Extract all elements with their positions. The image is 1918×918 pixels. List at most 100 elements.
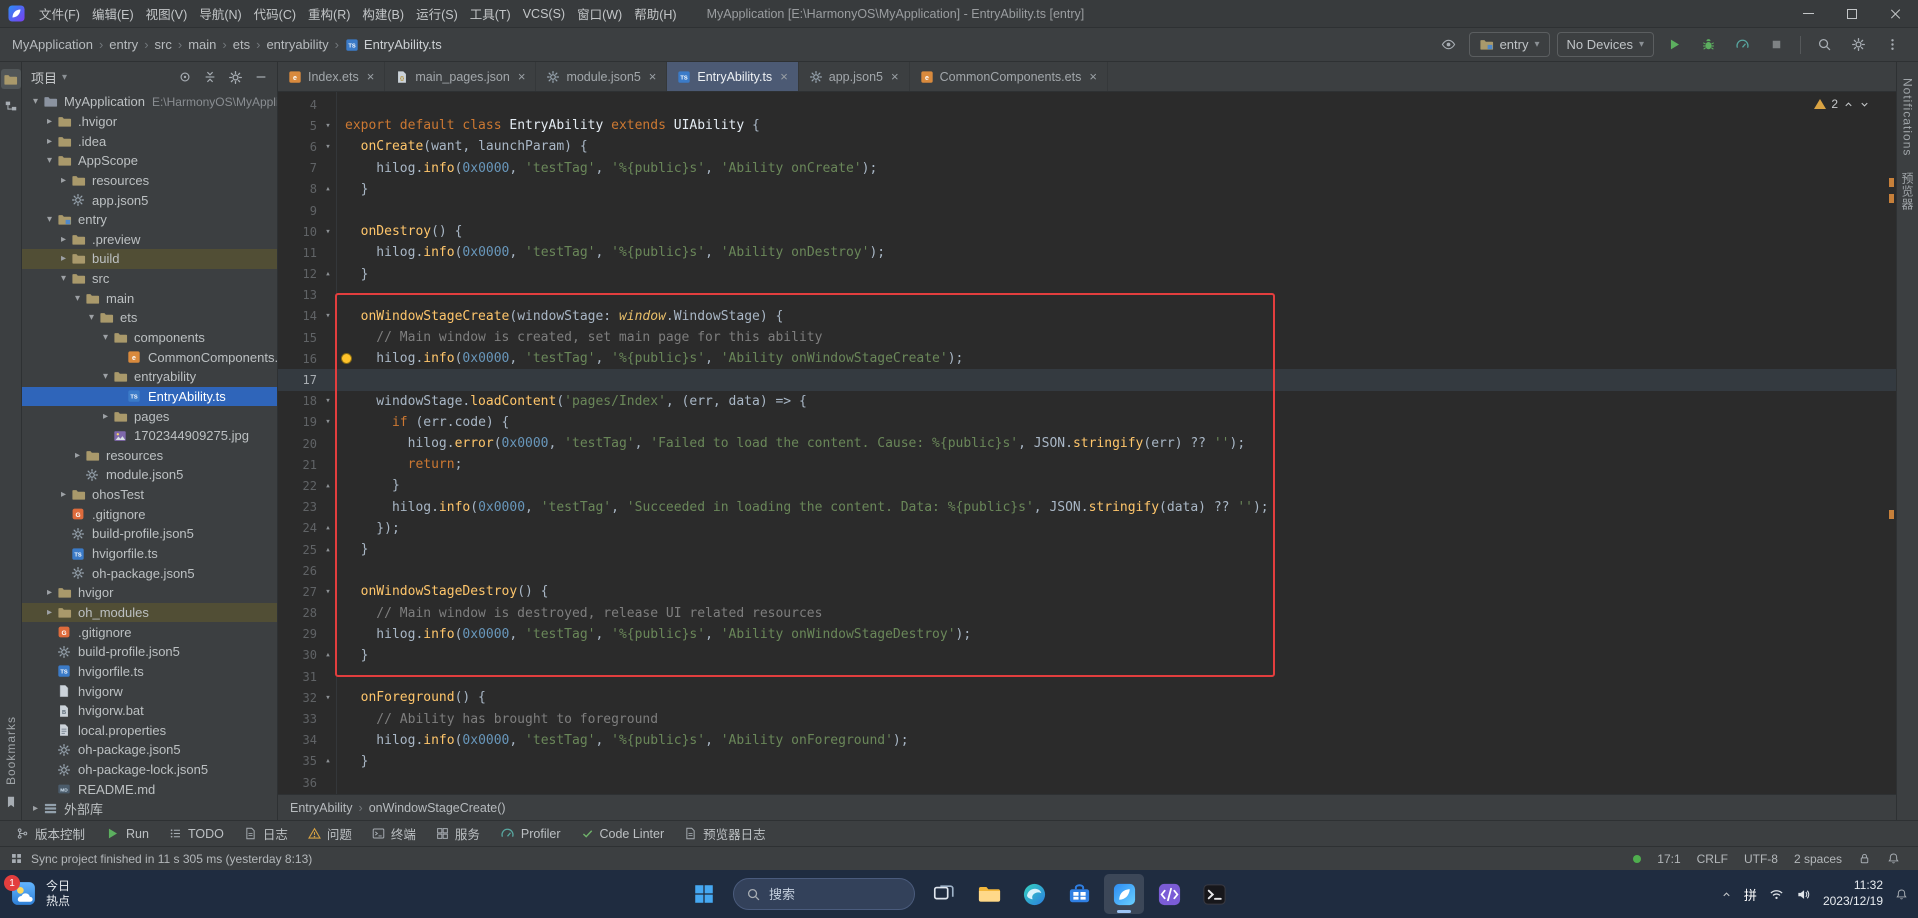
menu-item[interactable]: 工具(T) <box>464 0 517 27</box>
editor-tab[interactable]: app.json5 × <box>799 62 910 91</box>
tree-item[interactable]: ▸ 外部库 <box>22 799 277 819</box>
tree-item[interactable]: ▸ resources <box>22 171 277 191</box>
code-line[interactable]: 32 ▾ onForeground() { <box>278 687 1896 708</box>
code-line[interactable]: 11 hilog.info(0x0000, 'testTag', '%{publ… <box>278 242 1896 263</box>
gutter-line-number[interactable]: 19 <box>278 415 320 429</box>
gutter-line-number[interactable]: 26 <box>278 564 320 578</box>
editor-tab[interactable]: e CommonComponents.ets × <box>910 62 1108 91</box>
tree-item[interactable]: module.json5 <box>22 465 277 485</box>
gutter-line-number[interactable]: 33 <box>278 712 320 726</box>
code-line[interactable]: 23 hilog.info(0x0000, 'testTag', 'Succee… <box>278 497 1896 518</box>
tool-window-button[interactable]: 服务 <box>426 821 490 846</box>
code-line[interactable]: 16 hilog.info(0x0000, 'testTag', '%{publ… <box>278 348 1896 369</box>
code-line[interactable]: 30 ▴ } <box>278 645 1896 666</box>
more-actions-button[interactable] <box>1879 32 1906 57</box>
settings-button[interactable] <box>1845 32 1872 57</box>
gutter-line-number[interactable]: 29 <box>278 627 320 641</box>
chevron-down-icon[interactable]: ▾ <box>56 273 71 284</box>
menu-item[interactable]: 代码(C) <box>248 0 302 27</box>
tree-item[interactable]: ▸ .hvigor <box>22 112 277 132</box>
code-line[interactable]: 28 // Main window is destroyed, release … <box>278 603 1896 624</box>
menu-item[interactable]: 编辑(E) <box>86 0 140 27</box>
tree-item[interactable]: ▸ .preview <box>22 229 277 249</box>
code-line[interactable]: 31 <box>278 666 1896 687</box>
chevron-down-icon[interactable]: ▾ <box>42 214 57 225</box>
gutter-line-number[interactable]: 6 <box>278 140 320 154</box>
gutter-line-number[interactable]: 35 <box>278 754 320 768</box>
tool-window-button[interactable]: Code Linter <box>571 821 675 846</box>
notification-bell-icon[interactable] <box>1895 888 1908 901</box>
tree-item[interactable]: ▾ components <box>22 328 277 348</box>
next-warning-icon[interactable] <box>1859 99 1870 110</box>
tab-close-icon[interactable]: × <box>891 69 899 84</box>
tree-item[interactable]: e CommonComponents.ets <box>22 347 277 367</box>
tree-item[interactable]: ▾ src <box>22 269 277 289</box>
gutter-line-number[interactable]: 10 <box>278 225 320 239</box>
gutter-line-number[interactable]: 14 <box>278 309 320 323</box>
tree-item[interactable]: ▸ resources <box>22 446 277 466</box>
taskbar-app-file-explorer[interactable] <box>969 874 1009 914</box>
gutter-line-number[interactable]: 24 <box>278 521 320 535</box>
code-line[interactable]: 25 ▴ } <box>278 539 1896 560</box>
project-tool-button[interactable] <box>0 69 21 89</box>
menu-item[interactable]: VCS(S) <box>517 0 571 27</box>
readonly-lock-icon[interactable] <box>1858 852 1871 865</box>
fold-marker-icon[interactable]: ▾ <box>320 693 336 703</box>
code-line[interactable]: 26 <box>278 560 1896 581</box>
previewer-tool-button[interactable]: 预览器 <box>1899 172 1916 211</box>
code-line[interactable]: 29 hilog.info(0x0000, 'testTag', '%{publ… <box>278 624 1896 645</box>
taskbar-app-dev-tool[interactable] <box>1149 874 1189 914</box>
code-line[interactable]: 10 ▾ onDestroy() { <box>278 221 1896 242</box>
code-line[interactable]: 22 ▴ } <box>278 475 1896 496</box>
gutter-line-number[interactable]: 34 <box>278 733 320 747</box>
tree-item[interactable]: oh-package.json5 <box>22 740 277 760</box>
code-line[interactable]: 14 ▾ onWindowStageCreate(windowStage: win… <box>278 306 1896 327</box>
gutter-line-number[interactable]: 28 <box>278 606 320 620</box>
line-separator-selector[interactable]: CRLF <box>1697 852 1728 866</box>
taskbar-app-task-view[interactable] <box>924 874 964 914</box>
code-line[interactable]: 7 hilog.info(0x0000, 'testTag', '%{publi… <box>278 158 1896 179</box>
fold-marker-icon[interactable]: ▾ <box>320 142 336 152</box>
widgets-button[interactable]: 1 今日 热点 <box>4 875 70 909</box>
file-encoding-selector[interactable]: UTF-8 <box>1744 852 1778 866</box>
code-line[interactable]: 4 <box>278 94 1896 115</box>
bookmark-icon[interactable] <box>1 792 21 812</box>
code-line[interactable]: 17 <box>278 369 1896 391</box>
code-line[interactable]: 5 ▾ export default class EntryAbility exte… <box>278 115 1896 136</box>
code-line[interactable]: 36 <box>278 772 1896 793</box>
editor-breadcrumb-item[interactable]: EntryAbility <box>290 801 353 815</box>
tree-item[interactable]: ▾ main <box>22 288 277 308</box>
bookmarks-tool-button[interactable]: Bookmarks <box>4 716 18 785</box>
tree-item[interactable]: ▸ ohosTest <box>22 485 277 505</box>
gutter-line-number[interactable]: 22 <box>278 479 320 493</box>
minimize-button[interactable] <box>1786 0 1830 27</box>
profiler-button[interactable] <box>1729 32 1756 57</box>
menu-item[interactable]: 运行(S) <box>410 0 464 27</box>
gutter-line-number[interactable]: 18 <box>278 394 320 408</box>
menu-item[interactable]: 重构(R) <box>302 0 356 27</box>
run-button[interactable] <box>1661 32 1688 57</box>
tool-window-button[interactable]: 日志 <box>234 821 298 846</box>
editor-breadcrumb-item[interactable]: onWindowStageCreate() <box>369 801 506 815</box>
chevron-down-icon[interactable]: ▾ <box>84 312 99 323</box>
locate-file-button[interactable] <box>178 70 192 84</box>
fold-marker-icon[interactable]: ▴ <box>320 184 336 194</box>
gutter-line-number[interactable]: 5 <box>278 119 320 133</box>
tree-item[interactable]: ▾ ets <box>22 308 277 328</box>
chevron-right-icon[interactable]: ▸ <box>98 411 113 422</box>
code-line[interactable]: 34 hilog.info(0x0000, 'testTag', '%{publ… <box>278 730 1896 751</box>
fold-marker-icon[interactable]: ▾ <box>320 311 336 321</box>
tool-window-button[interactable]: Profiler <box>490 821 571 846</box>
breadcrumb-item[interactable]: TS EntryAbility.ts <box>345 37 442 52</box>
clock[interactable]: 11:32 2023/12/19 <box>1823 878 1883 909</box>
tool-window-button[interactable]: Run <box>95 821 159 846</box>
panel-options-button[interactable] <box>228 70 243 85</box>
tree-item[interactable]: build-profile.json5 <box>22 524 277 544</box>
tree-item[interactable]: MD README.md <box>22 779 277 799</box>
tree-item[interactable]: local.properties <box>22 721 277 741</box>
tab-close-icon[interactable]: × <box>1089 69 1097 84</box>
chevron-right-icon[interactable]: ▸ <box>42 587 57 598</box>
code-line[interactable]: 13 <box>278 285 1896 306</box>
menu-item[interactable]: 导航(N) <box>193 0 247 27</box>
stop-button[interactable] <box>1763 32 1790 57</box>
